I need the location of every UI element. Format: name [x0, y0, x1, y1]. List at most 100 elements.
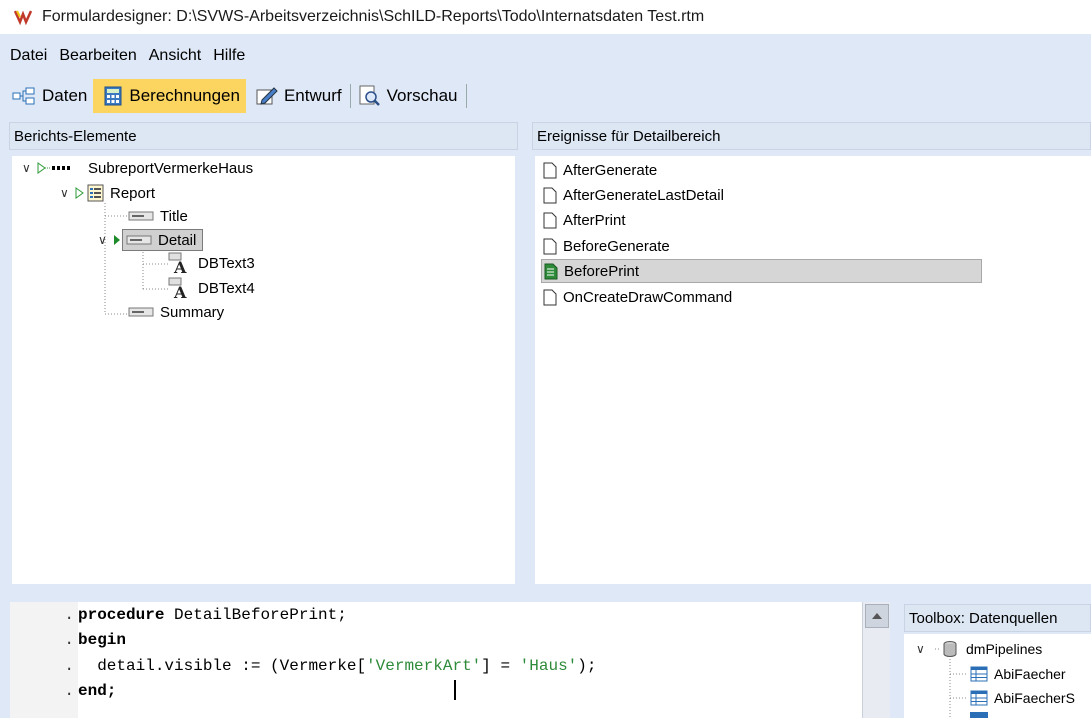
toolbox-header: Toolbox: Datenquellen [904, 604, 1091, 632]
subreport-icon [37, 162, 70, 174]
berechnungen-label: Berechnungen [129, 86, 240, 105]
menu-bearbeiten[interactable]: Bearbeiten [53, 47, 142, 65]
line-marker: . [64, 606, 74, 624]
editor-scrollbar[interactable] [862, 602, 890, 718]
code-text: ); [577, 657, 597, 675]
toolbox-label-root: dmPipelines [966, 641, 1043, 657]
code-text: DetailBeforePrint; [164, 606, 347, 624]
tree-item-dbtext4[interactable]: A DBText4 [168, 277, 255, 299]
entwurf-button[interactable]: Entwurf [246, 79, 348, 113]
toolbox-item[interactable]: AbiFaecherS [970, 687, 1075, 709]
document-icon [543, 238, 557, 254]
tree-item-detail[interactable]: ∨ Detail [98, 229, 204, 251]
tree-label-root: SubreportVermerkeHaus [88, 159, 254, 177]
detail-selected-box[interactable]: Detail [122, 229, 204, 251]
window-title: Formulardesigner: D:\SVWS-Arbeitsverzeic… [42, 8, 705, 25]
scroll-up-button[interactable] [865, 604, 889, 628]
menu-ansicht[interactable]: Ansicht [143, 47, 207, 65]
tree-label-report: Report [110, 184, 156, 202]
chevron-down-icon[interactable]: ∨ [98, 233, 112, 247]
menu-datei[interactable]: Datei [4, 47, 53, 65]
document-code-icon [544, 263, 558, 279]
tree-item-summary[interactable]: Summary [128, 301, 224, 323]
report-icon [75, 184, 104, 202]
preview-magnifier-icon [359, 85, 380, 106]
code-line: . end; [10, 679, 116, 703]
events-list: AfterGenerate AfterGenerateLastDetail Af… [535, 156, 1091, 584]
table-icon [970, 690, 988, 706]
line-marker: . [64, 682, 74, 700]
svg-text:A: A [173, 258, 187, 274]
events-title: Ereignisse für Detailbereich [537, 127, 721, 145]
event-item[interactable]: BeforeGenerate [543, 234, 670, 258]
document-icon [543, 212, 557, 228]
event-label: BeforePrint [564, 262, 640, 280]
daten-button[interactable]: Daten [0, 79, 93, 113]
code-line: . detail.visible := (Vermerke['VermerkAr… [10, 654, 596, 678]
chevron-down-icon[interactable]: ∨ [22, 161, 36, 175]
code-editor[interactable]: . procedure DetailBeforePrint; . begin .… [10, 602, 862, 718]
code-line: . procedure DetailBeforePrint; [10, 603, 347, 627]
dbtext-icon: A [168, 252, 187, 274]
chevron-down-icon[interactable]: ∨ [60, 186, 74, 200]
vorschau-button[interactable]: Vorschau [353, 79, 464, 113]
database-icon [943, 641, 957, 657]
report-elements-tree: ∨ SubreportVermerkeHaus ∨ Report Title ∨… [12, 156, 515, 584]
event-label: AfterPrint [563, 211, 626, 229]
events-header: Ereignisse für Detailbereich [532, 122, 1091, 150]
svg-text:A: A [173, 283, 187, 299]
vorschau-label: Vorschau [386, 86, 458, 105]
toolbox-item[interactable]: AbiFaecher [970, 663, 1066, 685]
toolbox-item-root[interactable]: ∨ dmPipelines [916, 638, 1042, 660]
code-string: 'VermerkArt' [366, 657, 482, 675]
code-text: detail.visible := (Vermerke[ [78, 657, 367, 675]
code-keyword: procedure [78, 606, 165, 624]
code-keyword: end; [78, 682, 117, 700]
toolbox-item-partial[interactable] [970, 712, 988, 718]
play-arrow-icon [114, 235, 120, 245]
document-icon [543, 187, 557, 203]
report-elements-header: Berichts-Elemente [9, 122, 518, 150]
code-line: . begin [10, 628, 126, 652]
arrow-up-icon [872, 613, 882, 619]
event-item-selected[interactable]: BeforePrint [541, 259, 982, 283]
tree-item-report[interactable]: ∨ Report [60, 182, 155, 204]
data-tree-icon [12, 87, 35, 105]
tree-label-summary: Summary [160, 303, 225, 321]
title-bar: Formulardesigner: D:\SVWS-Arbeitsverzeic… [0, 0, 1091, 34]
band-icon [128, 307, 154, 317]
toolbox-title: Toolbox: Datenquellen [909, 609, 1058, 627]
tree-item-title[interactable]: Title [128, 205, 188, 227]
line-marker: . [64, 631, 74, 649]
toolbar-separator [465, 84, 467, 108]
chevron-down-icon[interactable]: ∨ [916, 642, 930, 656]
entwurf-label: Entwurf [283, 86, 342, 105]
event-label: BeforeGenerate [563, 237, 670, 255]
tree-label-detail: Detail [158, 231, 197, 249]
event-label: AfterGenerate [563, 161, 658, 179]
report-elements-title: Berichts-Elemente [14, 127, 137, 145]
event-item[interactable]: AfterGenerateLastDetail [543, 183, 724, 207]
event-item[interactable]: OnCreateDrawCommand [543, 285, 732, 309]
band-icon [126, 235, 152, 245]
pencil-edit-icon [256, 87, 278, 105]
event-label: AfterGenerateLastDetail [563, 186, 724, 204]
toolbar: Daten Berechnungen Entwurf Vorschau [0, 78, 1091, 114]
daten-label: Daten [42, 86, 88, 105]
dbtext-icon: A [168, 277, 187, 299]
table-icon [970, 666, 988, 682]
tree-item-root[interactable]: ∨ SubreportVermerkeHaus [22, 157, 253, 179]
tree-item-dbtext3[interactable]: A DBText3 [168, 252, 255, 274]
calculator-icon [104, 86, 122, 106]
document-icon [543, 289, 557, 305]
tree-label-dbtext3: DBText3 [198, 254, 255, 272]
text-cursor [454, 680, 456, 700]
band-icon [128, 211, 154, 221]
toolbar-separator [349, 84, 351, 108]
toolbox-tree: ∨ dmPipelines AbiFaecher AbiFaecherS [904, 634, 1091, 718]
event-item[interactable]: AfterPrint [543, 208, 626, 232]
menu-hilfe[interactable]: Hilfe [207, 47, 251, 65]
berechnungen-button[interactable]: Berechnungen [93, 79, 246, 113]
code-string: 'Haus' [519, 657, 578, 675]
event-item[interactable]: AfterGenerate [543, 158, 657, 182]
